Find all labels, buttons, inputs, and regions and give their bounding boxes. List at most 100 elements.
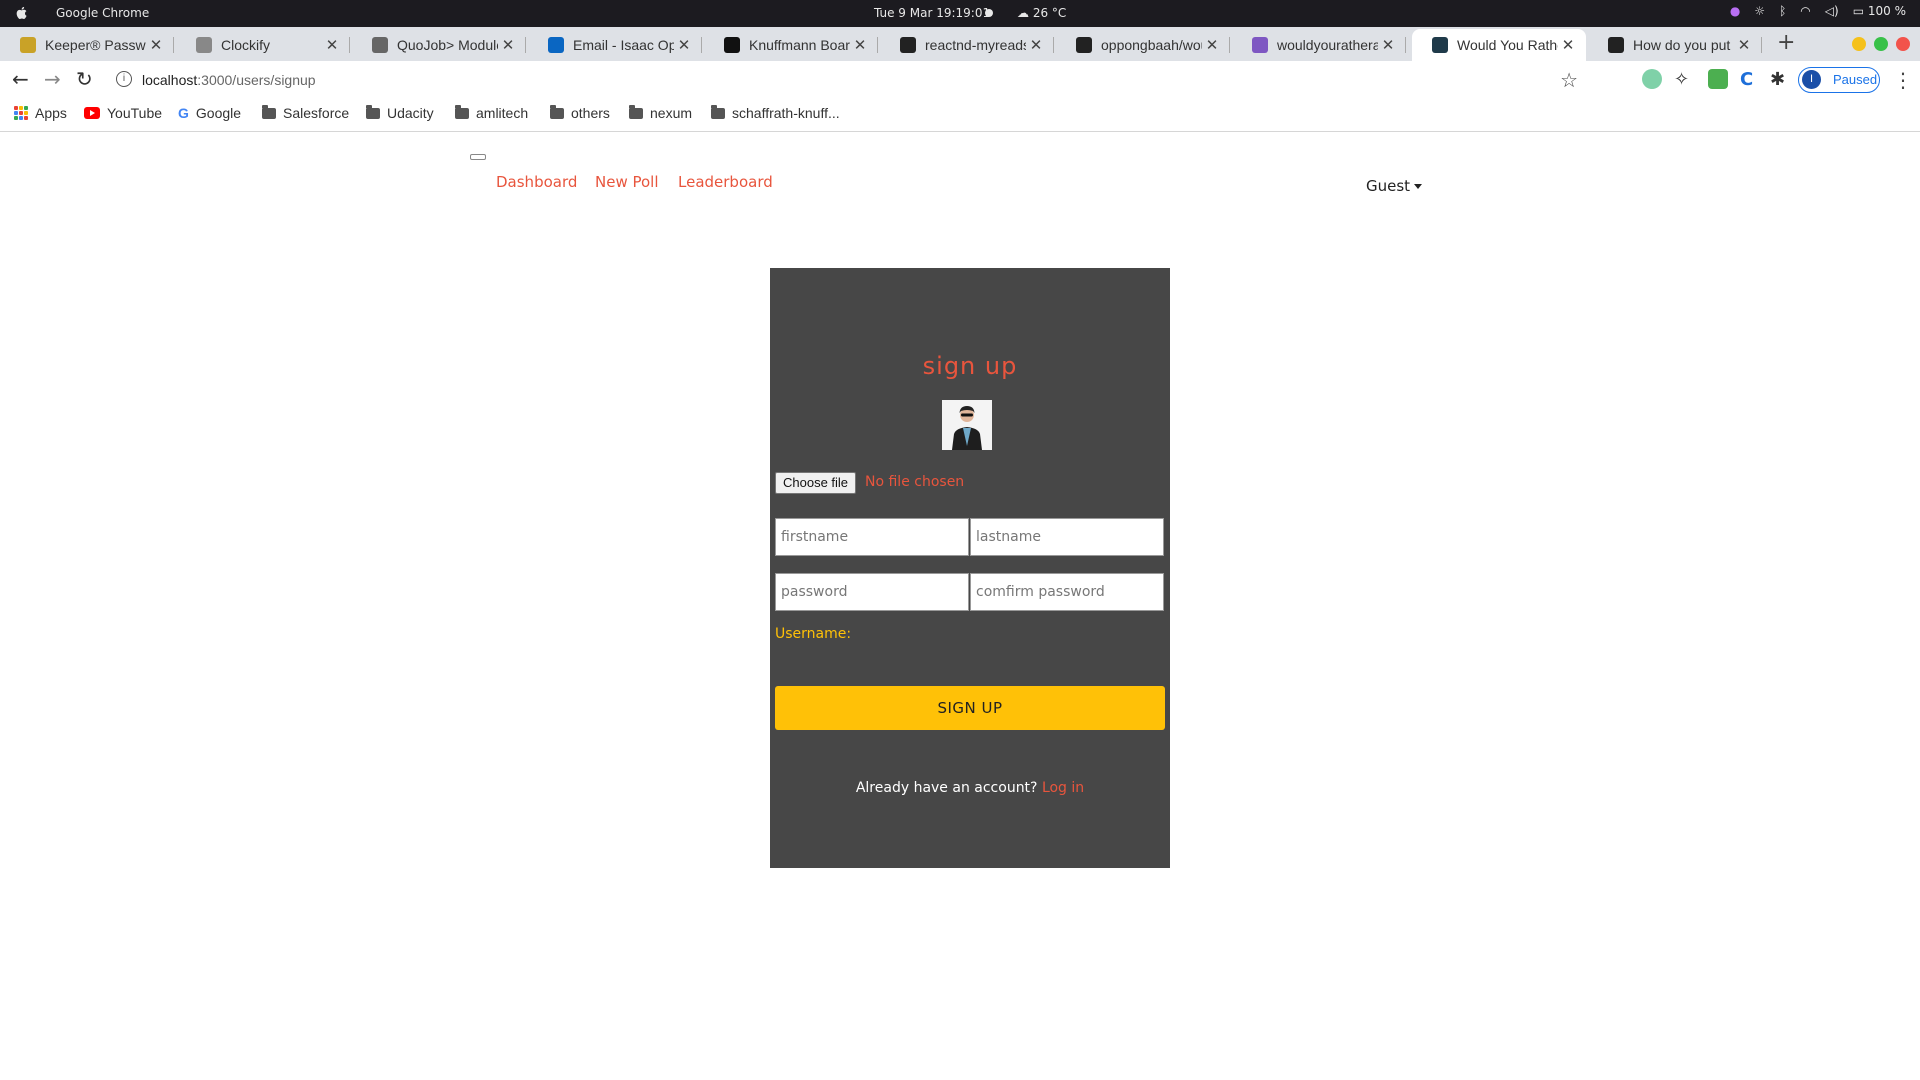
- brightness-icon[interactable]: ☼: [1754, 4, 1765, 18]
- tab-favicon-icon: [1252, 37, 1268, 53]
- battery-indicator[interactable]: ▭ 100 %: [1853, 4, 1906, 18]
- reload-icon[interactable]: ↻: [76, 67, 93, 91]
- password-input[interactable]: [775, 573, 969, 611]
- bookmark-label: others: [571, 105, 610, 121]
- firstname-input[interactable]: [775, 518, 969, 556]
- bookmark-folder-udacity[interactable]: Udacity: [366, 104, 434, 121]
- file-status-text: No file chosen: [865, 474, 965, 490]
- bookmark-star-icon[interactable]: ☆: [1560, 68, 1578, 93]
- browser-tab[interactable]: oppongbaah/wou ✕: [1056, 29, 1230, 61]
- volume-icon[interactable]: ◁): [1825, 4, 1839, 18]
- bluetooth-icon[interactable]: ᛒ: [1779, 4, 1786, 18]
- bookmark-label: amlitech: [476, 105, 529, 121]
- signup-button[interactable]: SIGN UP: [775, 686, 1165, 730]
- battery-icon: ▭: [1852, 4, 1865, 18]
- tab-close-icon[interactable]: ✕: [322, 36, 342, 54]
- site-info-icon[interactable]: i: [116, 71, 132, 87]
- new-tab-plus-icon[interactable]: +: [1777, 30, 1795, 55]
- back-arrow-icon[interactable]: ←: [12, 67, 29, 91]
- bookmark-folder-nexum[interactable]: nexum: [629, 104, 693, 121]
- clockify-extension-icon[interactable]: C: [1740, 69, 1760, 90]
- extensions-puzzle-icon[interactable]: ✱: [1770, 69, 1790, 90]
- address-bar[interactable]: i localhost:3000/users/signup ☆: [108, 64, 1578, 96]
- browser-tab[interactable]: reactnd-myreads ✕: [880, 29, 1054, 61]
- bookmark-google[interactable]: G Google: [178, 105, 241, 121]
- choose-file-button[interactable]: Choose file: [775, 472, 857, 494]
- bookmark-label: Udacity: [387, 105, 434, 121]
- tab-close-icon[interactable]: ✕: [674, 36, 694, 54]
- bookmark-label: Apps: [35, 105, 67, 121]
- browser-tab[interactable]: Email - Isaac Opp ✕: [528, 29, 702, 61]
- maximize-window-button[interactable]: [1874, 37, 1888, 51]
- bookmark-folder-others[interactable]: others: [550, 104, 610, 121]
- system-tray: ● ☼ ᛒ ◠ ◁) ▭ 100 %: [1730, 4, 1906, 18]
- browser-toolbar: ← → ↻ i localhost:3000/users/signup ☆: [0, 61, 1920, 99]
- tab-close-icon[interactable]: ✕: [1558, 36, 1578, 54]
- bookmark-label: Google: [195, 105, 242, 121]
- browser-tab-active[interactable]: Would You Rather ✕: [1412, 29, 1586, 61]
- youtube-icon: [84, 107, 100, 119]
- apple-icon[interactable]: [14, 5, 30, 21]
- profile-button[interactable]: I Paused: [1798, 67, 1880, 93]
- browser-tab[interactable]: Keeper® Password ✕: [0, 29, 174, 61]
- tray-app-icon[interactable]: ●: [1730, 4, 1740, 18]
- bookmark-label: nexum: [650, 105, 693, 121]
- bookmark-youtube[interactable]: YouTube: [84, 105, 162, 121]
- nav-link-dashboard[interactable]: Dashboard: [496, 173, 577, 191]
- navbar-toggler-icon[interactable]: [470, 154, 486, 160]
- tab-title: Would You Rather: [1457, 37, 1558, 53]
- forward-arrow-icon[interactable]: →: [44, 67, 61, 91]
- tab-close-icon[interactable]: ✕: [146, 36, 166, 54]
- extension-icon[interactable]: [1642, 69, 1662, 89]
- tab-close-icon[interactable]: ✕: [1734, 36, 1754, 54]
- tab-favicon-icon: [724, 37, 740, 53]
- tab-close-icon[interactable]: ✕: [1202, 36, 1222, 54]
- login-link[interactable]: Log in: [1042, 780, 1084, 796]
- tab-favicon-icon: [1076, 37, 1092, 53]
- wifi-icon[interactable]: ◠: [1800, 4, 1810, 18]
- bookmark-folder-amlitech[interactable]: amlitech: [455, 104, 529, 121]
- profile-avatar: I: [1802, 70, 1821, 89]
- tab-close-icon[interactable]: ✕: [1378, 36, 1398, 54]
- extension-icon[interactable]: [1708, 69, 1728, 89]
- browser-tab[interactable]: QuoJob> Module ✕: [352, 29, 526, 61]
- bookmark-label: Salesforce: [283, 105, 350, 121]
- nav-link-leaderboard[interactable]: Leaderboard: [678, 173, 773, 191]
- google-icon: G: [178, 105, 189, 121]
- nav-link-new-poll[interactable]: New Poll: [595, 173, 659, 191]
- weather-indicator[interactable]: ☁ 26 °C: [1017, 6, 1066, 20]
- signup-title: sign up: [922, 352, 1018, 380]
- browser-menu-icon[interactable]: ⋮: [1893, 68, 1913, 92]
- confirm-password-input[interactable]: [970, 573, 1164, 611]
- notification-dot-icon: [985, 9, 993, 17]
- active-app-name: Google Chrome: [56, 6, 150, 20]
- tab-close-icon[interactable]: ✕: [850, 36, 870, 54]
- close-window-button[interactable]: [1896, 37, 1910, 51]
- browser-tab[interactable]: Clockify ✕: [176, 29, 350, 61]
- bookmark-folder-salesforce[interactable]: Salesforce: [262, 104, 350, 121]
- browser-tab[interactable]: How do you put In ✕: [1588, 29, 1762, 61]
- apps-grid-icon: [14, 106, 28, 120]
- url-text[interactable]: localhost:3000/users/signup: [142, 72, 316, 88]
- bookmark-label: schaffrath-knuff...: [732, 105, 840, 121]
- tab-favicon-icon: [20, 37, 36, 53]
- tab-title: Clockify: [221, 37, 271, 53]
- browser-tab[interactable]: Knuffmann Board ✕: [704, 29, 878, 61]
- system-clock[interactable]: Tue 9 Mar 19:19:01: [874, 6, 990, 20]
- bookmark-folder-schaffrath[interactable]: schaffrath-knuff...: [711, 104, 840, 121]
- lastname-input[interactable]: [970, 518, 1164, 556]
- bookmarks-bar: Apps YouTube G Google Salesforce Udacity…: [0, 99, 1920, 132]
- os-top-bar: Google Chrome Tue 9 Mar 19:19:01 ☁ 26 °C…: [0, 0, 1920, 27]
- minimize-window-button[interactable]: [1852, 37, 1866, 51]
- user-avatar-icon: [942, 400, 992, 450]
- tab-close-icon[interactable]: ✕: [1026, 36, 1046, 54]
- browser-tab[interactable]: wouldyourathera ✕: [1232, 29, 1406, 61]
- tab-title: Keeper® Password: [45, 37, 146, 53]
- tab-title: oppongbaah/wou: [1101, 37, 1202, 53]
- tab-close-icon[interactable]: ✕: [498, 36, 518, 54]
- signup-card: sign up Choose file No file chosen Usern…: [770, 268, 1170, 868]
- tab-favicon-icon: [548, 37, 564, 53]
- user-dropdown[interactable]: Guest: [1366, 177, 1422, 195]
- magic-wand-extension-icon[interactable]: ✧: [1674, 69, 1694, 90]
- bookmark-apps[interactable]: Apps: [14, 105, 67, 121]
